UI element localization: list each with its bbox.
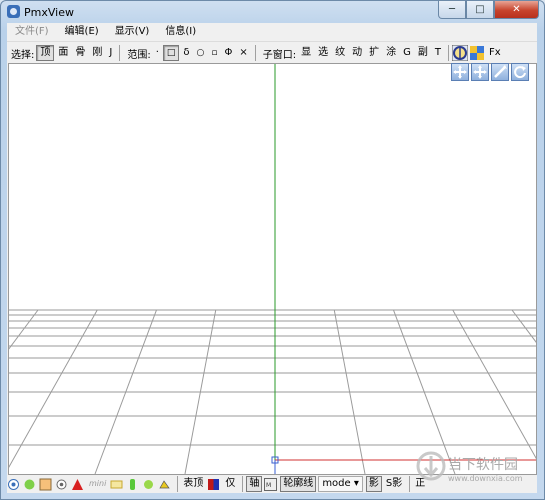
shadow-button[interactable]: 影: [365, 476, 382, 492]
toolbar-separator: [448, 45, 449, 61]
statusbar-separator: [177, 476, 179, 492]
rotate-view-icon[interactable]: [511, 63, 529, 81]
subwindow-display-button[interactable]: 显: [298, 45, 314, 61]
viewport-canvas[interactable]: [1, 64, 544, 475]
toolbar-separator: [119, 45, 121, 61]
mini-label[interactable]: mini: [87, 477, 108, 491]
palette-icon[interactable]: [39, 478, 52, 491]
range-circle-button[interactable]: ○: [194, 45, 208, 61]
range-delta-button[interactable]: δ: [180, 45, 192, 61]
axes-icon[interactable]: M: [264, 477, 278, 491]
range-rect-button[interactable]: □: [162, 45, 180, 61]
range-small-button[interactable]: ▫: [208, 45, 220, 61]
select-vertex-button[interactable]: 顶: [36, 45, 55, 61]
subwindow-t-button[interactable]: T: [432, 45, 444, 61]
subwindow-paint-button[interactable]: 涂: [383, 45, 399, 61]
statusbar-separator: [409, 476, 411, 492]
material-color-icon[interactable]: [207, 478, 220, 491]
range-phi-button[interactable]: Φ: [222, 45, 236, 61]
subwindow-select-button[interactable]: 选: [315, 45, 331, 61]
red-triangle-icon[interactable]: [71, 478, 84, 491]
watermark-url: www.downxia.com: [448, 474, 523, 483]
s-shadow-button[interactable]: S影: [384, 477, 404, 491]
zoom-view-icon[interactable]: [491, 63, 509, 81]
range-point-button[interactable]: ·: [153, 45, 162, 61]
window-controls: ─ □ ✕: [438, 1, 539, 19]
camera-sphere-icon[interactable]: [451, 44, 469, 62]
radio-icon[interactable]: [55, 478, 68, 491]
select-joint-button[interactable]: J: [106, 45, 115, 61]
watermark-text: 当下软件园: [448, 457, 518, 473]
green-joint-icon[interactable]: [142, 478, 155, 491]
close-button[interactable]: ✕: [494, 1, 539, 19]
svg-text:M: M: [266, 482, 271, 489]
title-bar[interactable]: PmxView ─ □ ✕: [1, 1, 544, 23]
pan-view-icon[interactable]: [471, 63, 489, 81]
subwindow-texture-button[interactable]: 纹: [332, 45, 348, 61]
target-icon[interactable]: [7, 478, 20, 491]
3d-viewport[interactable]: [1, 63, 544, 475]
range-label: 范围:: [127, 49, 151, 61]
select-bone-button[interactable]: 骨: [72, 45, 88, 61]
green-bone-icon[interactable]: [126, 478, 139, 491]
only-button[interactable]: 仅: [223, 477, 237, 491]
client-area: 文件(F) 编辑(E) 显示(V) 信息(I) 选择: 顶 面 骨 刚 J 范围…: [1, 23, 544, 493]
menu-info[interactable]: 信息(I): [157, 23, 204, 41]
green-orb-icon[interactable]: [23, 478, 36, 491]
menu-file[interactable]: 文件(F): [7, 23, 57, 41]
subwindow-motion-button[interactable]: 动: [349, 45, 365, 61]
axis-button[interactable]: 轴: [246, 476, 263, 492]
subwindow-label: 子窗口:: [262, 49, 297, 61]
maximize-button[interactable]: □: [466, 1, 494, 19]
toolbar: 选择: 顶 面 骨 刚 J 范围: · □ δ ○ ▫ Φ × 子窗口: 显 选…: [7, 41, 537, 64]
select-face-button[interactable]: 面: [55, 45, 71, 61]
select-rigid-button[interactable]: 刚: [89, 45, 105, 61]
select-label: 选择:: [11, 49, 35, 61]
menu-edit[interactable]: 编辑(E): [57, 23, 107, 41]
statusbar-separator: [242, 476, 244, 492]
watermark: 当下软件园 www.downxia.com: [416, 450, 536, 484]
menu-view[interactable]: 显示(V): [107, 23, 158, 41]
toolbar-separator: [254, 45, 256, 61]
grid-color-icon[interactable]: [469, 45, 485, 61]
mode-dropdown[interactable]: mode ▾: [318, 476, 363, 492]
subwindow-sub-button[interactable]: 副: [415, 45, 431, 61]
view-navigation: [449, 63, 529, 81]
move-view-icon[interactable]: [451, 63, 469, 81]
outline-button[interactable]: 轮廓线: [280, 476, 317, 492]
app-window: PmxView ─ □ ✕ 文件(F) 编辑(E) 显示(V) 信息(I) 选择…: [0, 0, 545, 500]
yellow-morph-icon[interactable]: [158, 478, 171, 491]
table-top-button[interactable]: 表顶: [181, 477, 205, 491]
minimize-button[interactable]: ─: [438, 1, 466, 19]
app-icon: [7, 5, 20, 18]
range-clear-button[interactable]: ×: [236, 45, 250, 61]
yellow-grid-icon[interactable]: [110, 478, 123, 491]
window-title: PmxView: [24, 6, 74, 19]
subwindow-expand-button[interactable]: 扩: [366, 45, 382, 61]
menu-bar: 文件(F) 编辑(E) 显示(V) 信息(I): [7, 23, 537, 41]
fx-button[interactable]: Fx: [486, 45, 504, 61]
subwindow-g-button[interactable]: G: [400, 45, 414, 61]
